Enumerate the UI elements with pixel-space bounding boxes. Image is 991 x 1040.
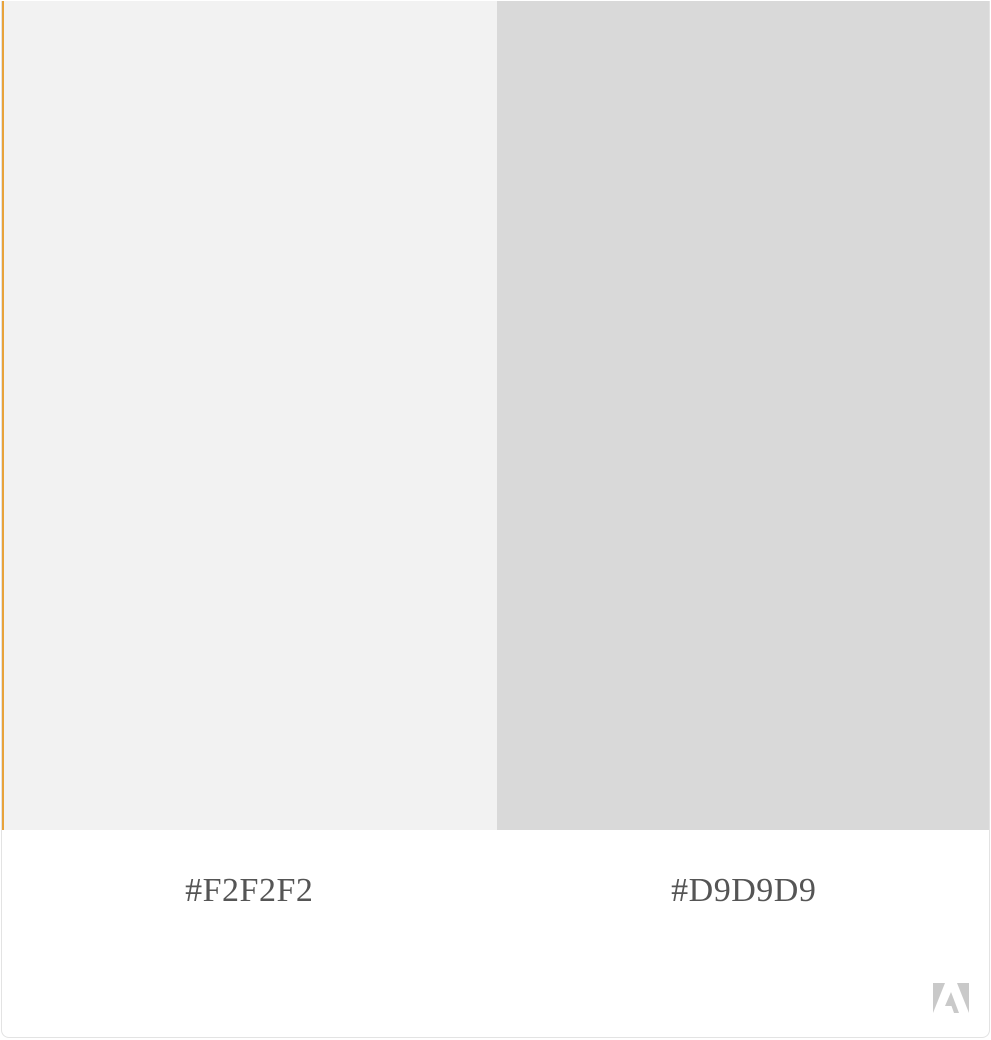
hex-code-label: #D9D9D9: [671, 872, 817, 909]
palette-card: #F2F2F2 #D9D9D9: [1, 1, 990, 1038]
color-swatch-1[interactable]: [2, 1, 497, 830]
adobe-logo-icon: [933, 983, 969, 1015]
swatch-label-row: #F2F2F2 #D9D9D9: [2, 830, 990, 960]
color-swatch-2[interactable]: [496, 1, 989, 830]
swatch-row: [2, 1, 989, 830]
swatch-label-cell-2: #D9D9D9: [497, 830, 990, 960]
selection-accent-edge: [2, 1, 4, 830]
hex-code-label: #F2F2F2: [185, 872, 314, 909]
swatch-label-cell-1: #F2F2F2: [2, 830, 497, 960]
